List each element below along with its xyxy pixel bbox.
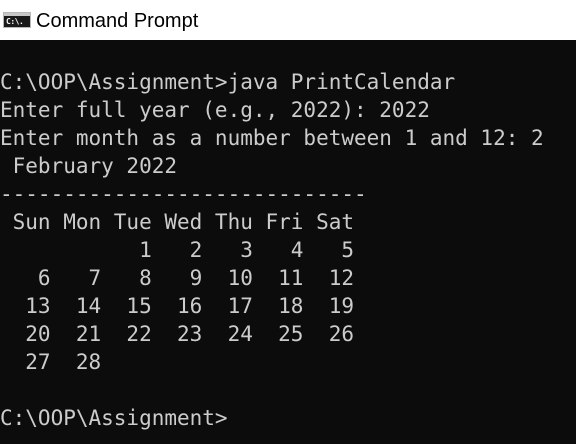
console-line-command: C:\OOP\Assignment>java PrintCalendar bbox=[0, 70, 456, 94]
calendar-divider: ----------------------------- bbox=[0, 182, 367, 206]
console-prompt[interactable]: C:\OOP\Assignment> bbox=[0, 404, 576, 432]
calendar-week-row: 20 21 22 23 24 25 26 bbox=[0, 322, 355, 346]
calendar-week-row: 1 2 3 4 5 bbox=[0, 238, 355, 262]
console-line-blank bbox=[0, 40, 576, 68]
console-line-year-prompt: Enter full year (e.g., 2022): 2022 bbox=[0, 98, 430, 122]
window-title: Command Prompt bbox=[36, 10, 199, 32]
icon-glyph: C:\. bbox=[6, 17, 24, 26]
calendar-week-row: 27 28 bbox=[0, 350, 102, 374]
console-line-month-prompt: Enter month as a number between 1 and 12… bbox=[0, 126, 544, 150]
console-output[interactable]: C:\OOP\Assignment>java PrintCalendar Ent… bbox=[0, 40, 576, 444]
calendar-week-row: 13 14 15 16 17 18 19 bbox=[0, 294, 355, 318]
icon-title-strip bbox=[4, 13, 30, 16]
calendar-title: February 2022 bbox=[0, 154, 178, 178]
command-prompt-icon[interactable]: C:\. bbox=[3, 12, 31, 28]
title-bar[interactable]: C:\. Command Prompt bbox=[0, 0, 576, 40]
calendar-weekday-header: Sun Mon Tue Wed Thu Fri Sat bbox=[0, 210, 355, 234]
command-prompt-window: C:\. Command Prompt C:\OOP\Assignment>ja… bbox=[0, 0, 576, 444]
console-line-blank bbox=[0, 376, 576, 404]
calendar-week-row: 6 7 8 9 10 11 12 bbox=[0, 266, 355, 290]
